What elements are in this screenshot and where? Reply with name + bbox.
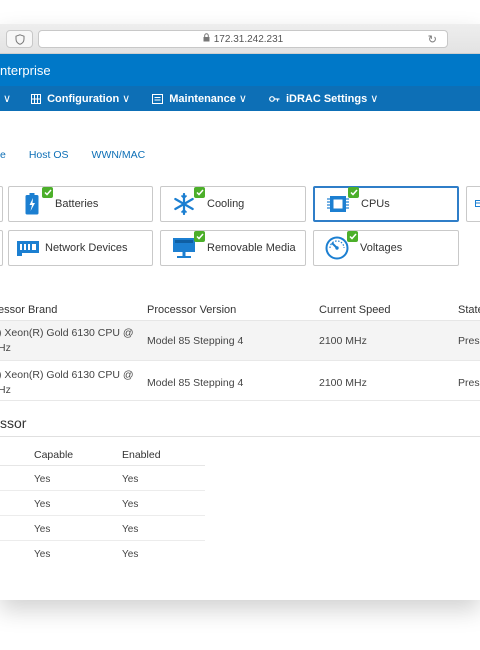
chevron-down-icon: ∨ [370,93,379,105]
configuration-icon [31,93,42,104]
tile-cpus[interactable]: CPUs [313,186,459,222]
section-title: ssor [0,415,27,431]
status-ok-icon [348,187,359,198]
brand-cell-line1: ) Xeon(R) Gold 6130 CPU @ [0,327,134,339]
column-header: Processor Version [147,304,237,316]
table-row: Yes Yes [0,516,205,541]
tile-network-devices[interactable]: Network Devices [8,230,153,266]
brand-cell-line2: Hz [0,342,11,354]
status-ok-icon [194,231,205,242]
status-ok-icon [194,187,205,198]
tile-batteries[interactable]: Batteries [8,186,153,222]
column-header: Capable [34,449,74,461]
tile-truncated-right[interactable] [466,186,480,222]
tile-truncated-left[interactable] [0,186,3,222]
capable-cell: Yes [34,499,51,510]
tile-label: Voltages [360,242,403,254]
subnav-tabs: e Host OS WWN/MAC [0,149,168,161]
version-cell: Model 85 Stepping 4 [147,377,244,389]
speed-cell: 2100 MHz [319,335,367,347]
network-card-icon [15,235,41,261]
processor-table-header: essor Brand Processor Version Current Sp… [0,299,480,321]
tab-truncated[interactable]: e [0,149,6,161]
table-row: Yes Yes [0,466,205,491]
status-ok-icon [347,231,358,242]
browser-window: 172.31.242.231 ↻ nterprise ∨ Configurati… [0,24,480,600]
brand-bar: nterprise [0,54,480,86]
brand-cell-line1: ) Xeon(R) Gold 6130 CPU @ [0,369,134,381]
main-nav: ∨ Configuration ∨ Maintenance ∨ iDRAC Se… [0,86,480,111]
tile-voltages[interactable]: Voltages [313,230,459,266]
tile-label: Batteries [55,198,99,210]
tab-wwn-mac[interactable]: WWN/MAC [92,149,146,161]
tile-label: Removable Media [207,242,296,254]
card-icon [475,198,480,210]
shield-icon [15,33,24,45]
speed-cell: 2100 MHz [319,377,367,389]
tile-truncated-left[interactable] [0,230,3,266]
nav-item-truncated[interactable]: ∨ [0,92,11,105]
version-cell: Model 85 Stepping 4 [147,335,244,347]
battery-icon [19,187,53,217]
address-bar[interactable]: 172.31.242.231 ↻ [38,30,448,48]
enabled-cell: Yes [122,499,139,510]
table-row: ) Xeon(R) Gold 6130 CPU @ Hz Model 85 St… [0,361,480,401]
brand-title: nterprise [0,62,51,78]
nav-item-configuration[interactable]: Configuration ∨ [31,92,130,105]
chevron-down-icon: ∨ [3,93,12,105]
state-cell: Prese [458,377,480,389]
enabled-cell: Yes [122,524,139,535]
nav-item-idrac-settings[interactable]: iDRAC Settings ∨ [269,92,378,105]
tile-label: CPUs [361,198,390,210]
maintenance-icon [152,93,164,104]
tile-label: Network Devices [45,242,128,254]
tile-label: Cooling [207,198,245,210]
nav-label-idrac-settings: iDRAC Settings [285,92,368,105]
capabilities-table-header: Capable Enabled [0,444,205,466]
tab-host-os[interactable]: Host OS [29,149,69,161]
table-row: Yes Yes [0,541,205,566]
reload-icon[interactable]: ↻ [428,33,437,46]
gauge-icon [324,231,358,261]
column-header: State [458,304,480,316]
table-row: Yes Yes [0,491,205,516]
table-row: ) Xeon(R) Gold 6130 CPU @ Hz Model 85 St… [0,321,480,361]
capable-cell: Yes [34,474,51,485]
column-header: Current Speed [319,304,391,316]
removable-media-icon [171,231,205,261]
state-cell: Prese [458,335,480,347]
lock-icon [203,33,210,45]
chevron-down-icon: ∨ [122,93,131,105]
brand-cell-line2: Hz [0,384,11,396]
fan-icon [171,187,205,217]
column-header: Enabled [122,449,161,461]
column-header: essor Brand [0,304,58,316]
privacy-shield-button[interactable] [6,30,33,48]
chevron-down-icon: ∨ [238,93,247,105]
nav-label-maintenance: Maintenance [169,92,236,105]
nav-item-maintenance[interactable]: Maintenance ∨ [152,92,247,105]
address-text: 172.31.242.231 [213,33,284,45]
capable-cell: Yes [34,549,51,560]
status-ok-icon [42,187,53,198]
capable-cell: Yes [34,524,51,535]
section-divider [0,436,480,437]
key-icon [269,95,280,102]
enabled-cell: Yes [122,474,139,485]
tile-removable-media[interactable]: Removable Media [160,230,306,266]
browser-toolbar: 172.31.242.231 ↻ [0,24,480,54]
cpu-icon [325,187,359,217]
nav-label-configuration: Configuration [47,92,120,105]
tile-cooling[interactable]: Cooling [160,186,306,222]
enabled-cell: Yes [122,549,139,560]
